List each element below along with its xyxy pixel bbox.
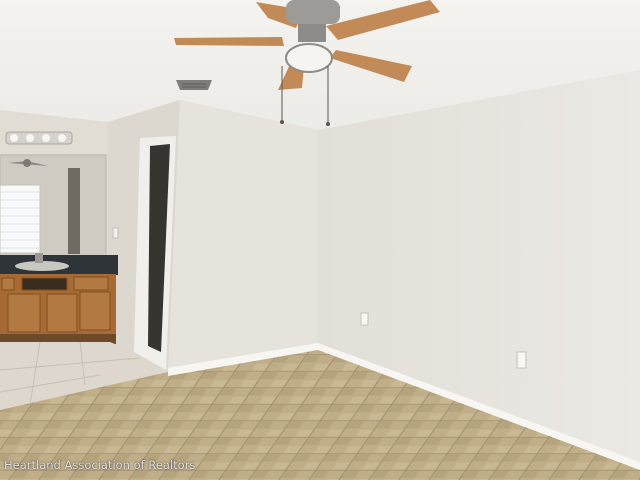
cabinet-drawer-left: [1, 277, 15, 291]
cabinet-door-1: [7, 293, 41, 333]
mirror-reflection-door: [68, 168, 80, 254]
faucet: [35, 253, 43, 263]
fan-blade-left: [174, 37, 284, 46]
air-vent: [176, 80, 212, 90]
realtor-watermark: Heartland Association of Realtors: [4, 458, 196, 472]
cabinet-door-2: [46, 293, 78, 333]
outlet-left: [360, 312, 369, 326]
light-switch: [112, 227, 119, 239]
outlet-right: [516, 351, 527, 369]
mirror-reflection-window: [0, 184, 41, 254]
cabinet-drawer-right: [73, 276, 109, 291]
cabinet-drawer-center: [21, 277, 68, 291]
center-wall: [168, 100, 318, 372]
cabinet-door-3: [79, 291, 111, 331]
fan-motor-housing: [286, 0, 340, 24]
room-photo: [0, 0, 640, 480]
fan-light-globe: [285, 43, 333, 73]
